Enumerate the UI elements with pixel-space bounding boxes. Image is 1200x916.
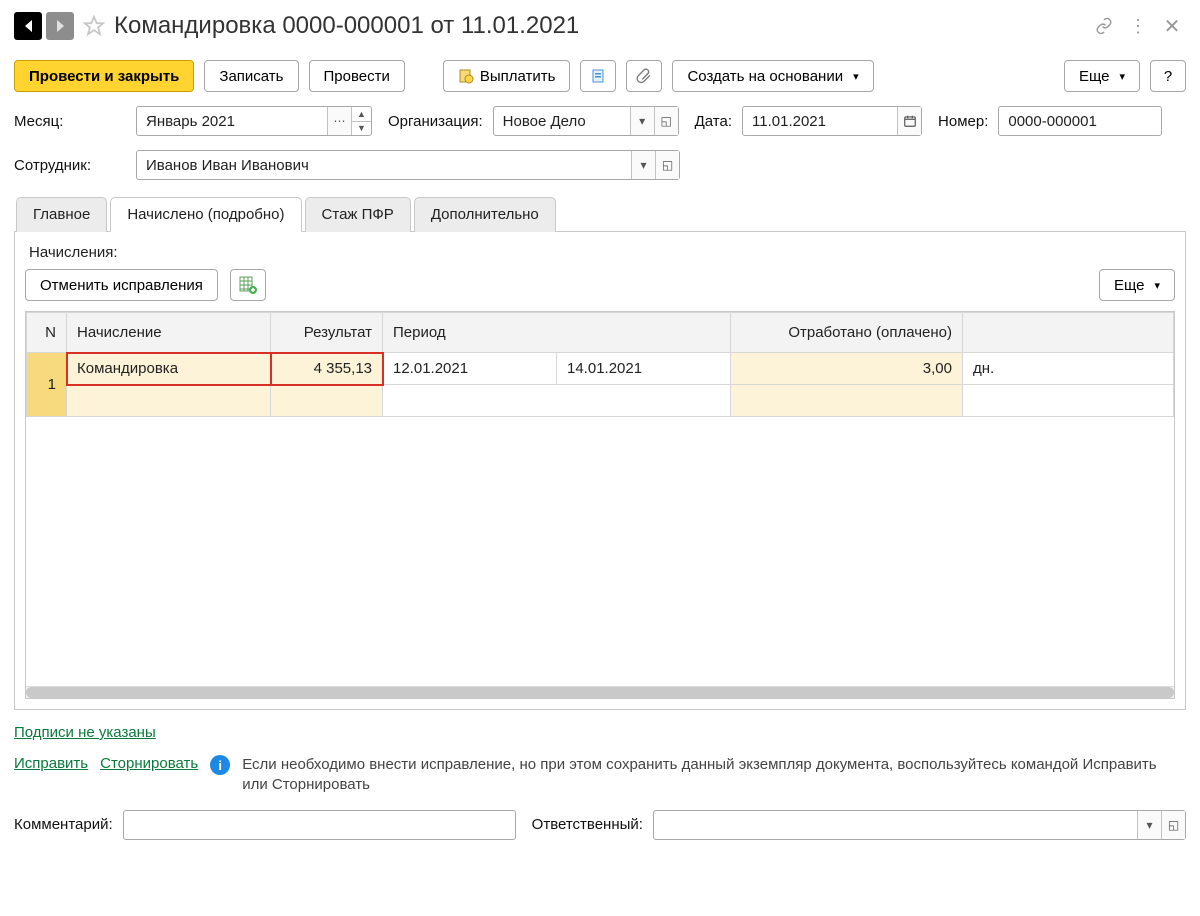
tab-body: Начисления: Отменить исправления Еще ▾ N… xyxy=(14,232,1186,710)
calendar-icon[interactable] xyxy=(897,107,921,135)
table-row[interactable]: 1 Командировка 4 355,13 12.01.2021 14.01… xyxy=(27,353,1174,385)
comment-label: Комментарий: xyxy=(14,816,113,833)
tabs: Главное Начислено (подробно) Стаж ПФР До… xyxy=(14,196,1186,232)
chevron-down-icon: ▾ xyxy=(1119,70,1125,83)
cell-period-from[interactable]: 12.01.2021 xyxy=(383,353,557,385)
col-header-name[interactable]: Начисление xyxy=(67,313,271,353)
kebab-icon[interactable]: ⋮ xyxy=(1124,12,1152,40)
chevron-down-icon: ▾ xyxy=(1154,279,1160,292)
chevron-down-icon[interactable]: ▾ xyxy=(1137,811,1161,839)
info-text: Если необходимо внести исправление, но п… xyxy=(242,755,1186,796)
responsible-label: Ответственный: xyxy=(532,816,643,833)
table-row[interactable] xyxy=(27,385,1174,417)
accruals-label: Начисления: xyxy=(29,244,1175,261)
tab-accrued[interactable]: Начислено (подробно) xyxy=(110,197,301,232)
paperclip-icon xyxy=(636,68,652,84)
help-button[interactable]: ? xyxy=(1150,60,1186,92)
spin-up-icon[interactable]: ▲ xyxy=(352,107,371,122)
page-title: Командировка 0000-000001 от 11.01.2021 xyxy=(114,12,579,40)
tab-main[interactable]: Главное xyxy=(16,197,107,232)
employee-field[interactable]: Иванов Иван Иванович ▾ ◱ xyxy=(136,150,680,180)
post-and-close-button[interactable]: Провести и закрыть xyxy=(14,60,194,92)
cell-worked[interactable]: 3,00 xyxy=(731,353,963,385)
title-bar: Командировка 0000-000001 от 11.01.2021 ⋮… xyxy=(14,6,1186,46)
attachment-button[interactable] xyxy=(626,60,662,92)
org-field[interactable]: Новое Дело ▾ ◱ xyxy=(493,106,679,136)
cell-result[interactable]: 4 355,13 xyxy=(271,353,383,385)
post-button[interactable]: Провести xyxy=(309,60,405,92)
cell-unit[interactable]: дн. xyxy=(963,353,1174,385)
col-header-worked[interactable]: Отработано (оплачено) xyxy=(731,313,963,353)
col-header-result[interactable]: Результат xyxy=(271,313,383,353)
report-button[interactable] xyxy=(580,60,616,92)
info-icon: i xyxy=(210,755,230,775)
month-label: Месяц: xyxy=(14,113,126,130)
signatures-link[interactable]: Подписи не указаны xyxy=(14,724,156,741)
col-header-period[interactable]: Период xyxy=(383,313,731,353)
cell-name[interactable]: Командировка xyxy=(67,353,271,385)
storno-link[interactable]: Сторнировать xyxy=(100,755,198,772)
comment-field[interactable] xyxy=(123,810,516,840)
number-label: Номер: xyxy=(938,113,988,130)
col-header-n[interactable]: N xyxy=(27,313,67,353)
close-icon[interactable]: ✕ xyxy=(1158,12,1186,40)
ellipsis-icon[interactable]: ⋯ xyxy=(327,107,351,135)
tab-pfr[interactable]: Стаж ПФР xyxy=(305,197,411,232)
popout-icon[interactable]: ◱ xyxy=(1161,811,1185,839)
employee-label: Сотрудник: xyxy=(14,157,126,174)
cancel-corrections-button[interactable]: Отменить исправления xyxy=(25,269,218,301)
main-toolbar: Провести и закрыть Записать Провести Вып… xyxy=(14,60,1186,92)
popout-icon[interactable]: ◱ xyxy=(654,107,678,135)
horizontal-scrollbar[interactable] xyxy=(26,686,1174,698)
star-icon[interactable] xyxy=(80,12,108,40)
accruals-table[interactable]: N Начисление Результат Период Отработано… xyxy=(25,311,1175,699)
popout-icon[interactable]: ◱ xyxy=(655,151,679,179)
nav-forward-button[interactable] xyxy=(46,12,74,40)
tab-extra[interactable]: Дополнительно xyxy=(414,197,556,232)
correct-link[interactable]: Исправить xyxy=(14,755,88,772)
write-button[interactable]: Записать xyxy=(204,60,298,92)
org-label: Организация: xyxy=(388,113,483,130)
date-label: Дата: xyxy=(695,113,732,130)
cell-n[interactable]: 1 xyxy=(27,353,67,417)
nav-back-button[interactable] xyxy=(14,12,42,40)
chevron-down-icon[interactable]: ▾ xyxy=(631,151,655,179)
responsible-field[interactable]: ▾ ◱ xyxy=(653,810,1186,840)
chevron-down-icon: ▾ xyxy=(853,70,859,83)
report-icon xyxy=(590,68,606,84)
date-field[interactable]: 11.01.2021 xyxy=(742,106,922,136)
table-more-button[interactable]: Еще ▾ xyxy=(1099,269,1175,301)
spin-down-icon[interactable]: ▼ xyxy=(352,122,371,136)
number-field[interactable]: 0000-000001 xyxy=(998,106,1162,136)
cell-period-to[interactable]: 14.01.2021 xyxy=(557,353,731,385)
more-button[interactable]: Еще ▾ xyxy=(1064,60,1140,92)
month-field[interactable]: Январь 2021 ⋯ ▲ ▼ xyxy=(136,106,372,136)
create-based-button[interactable]: Создать на основании ▾ xyxy=(672,60,873,92)
columns-settings-button[interactable] xyxy=(230,269,266,301)
chevron-down-icon[interactable]: ▾ xyxy=(630,107,654,135)
grid-plus-icon xyxy=(239,276,257,294)
coin-icon xyxy=(458,68,474,84)
col-header-unit[interactable] xyxy=(963,313,1174,353)
link-icon[interactable] xyxy=(1090,12,1118,40)
payout-button[interactable]: Выплатить xyxy=(443,60,571,92)
